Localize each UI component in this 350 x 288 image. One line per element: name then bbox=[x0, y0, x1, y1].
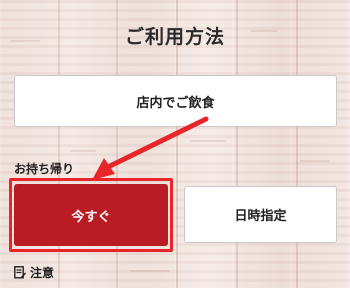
pointer-arrow-icon bbox=[92, 116, 209, 180]
